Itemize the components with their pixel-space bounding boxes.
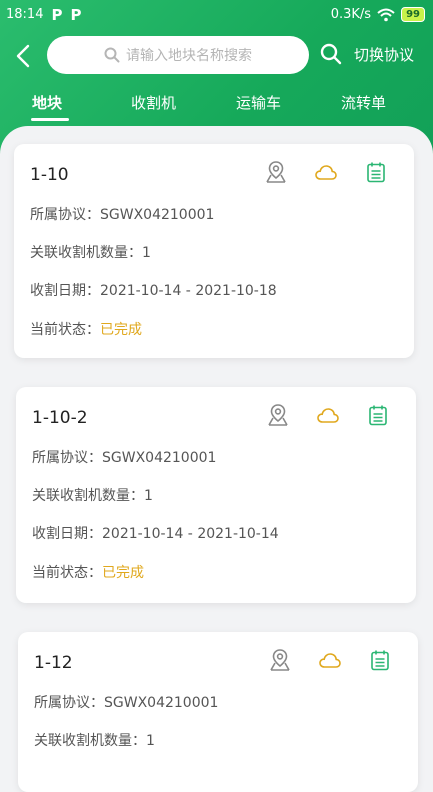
- parking-icon: P: [51, 5, 63, 24]
- plot-title: 1-10-2: [32, 408, 88, 428]
- tab-harvester[interactable]: 收割机: [131, 92, 176, 113]
- net-speed: 0.3K/s: [330, 7, 372, 22]
- harvesters-row: 关联收割机数量：1: [32, 485, 153, 505]
- harvesters-value: 1: [146, 733, 155, 749]
- agreement-row: 所属协议：SGWX04210001: [30, 204, 214, 224]
- harvesters-row: 关联收割机数量：1: [34, 730, 155, 750]
- harvest-date-label: 收割日期：: [30, 283, 100, 299]
- harvest-date-row: 收割日期：2021-10-14 - 2021-10-14: [32, 523, 279, 543]
- plot-title: 1-10: [30, 165, 69, 185]
- cloud-icon[interactable]: [316, 403, 340, 427]
- parking-icon-2: P: [70, 5, 82, 24]
- map-pin-icon[interactable]: [264, 160, 288, 184]
- plot-card[interactable]: 1-10-2 所属协议：SGWX04210001 关联收割机数量：1 收割日期：…: [16, 387, 416, 603]
- search-placeholder: 请输入地块名称搜索: [126, 48, 252, 64]
- status-bar: 18:14 P P 0.3K/s 99: [0, 0, 433, 30]
- harvesters-row: 关联收割机数量：1: [30, 242, 151, 262]
- search-input[interactable]: 请输入地块名称搜索: [47, 36, 309, 74]
- tab-plot[interactable]: 地块: [32, 92, 62, 113]
- agreement-label: 所属协议：: [30, 207, 100, 223]
- harvesters-label: 关联收割机数量：: [34, 733, 146, 749]
- harvest-date-value: 2021-10-14 - 2021-10-14: [102, 526, 279, 542]
- active-tab-indicator: [31, 118, 69, 121]
- map-pin-icon[interactable]: [268, 648, 292, 672]
- harvest-date-label: 收割日期：: [32, 526, 102, 542]
- status-label: 当前状态：: [30, 322, 100, 338]
- wifi-icon: [377, 8, 395, 21]
- harvest-date-row: 收割日期：2021-10-14 - 2021-10-18: [30, 280, 277, 300]
- status-badge: 已完成: [100, 322, 142, 338]
- calendar-icon[interactable]: [368, 648, 392, 672]
- calendar-icon[interactable]: [364, 160, 388, 184]
- calendar-icon[interactable]: [366, 403, 390, 427]
- harvesters-value: 1: [144, 488, 153, 504]
- agreement-row: 所属协议：SGWX04210001: [34, 692, 218, 712]
- agreement-label: 所属协议：: [34, 695, 104, 711]
- search-button-icon[interactable]: [320, 43, 342, 65]
- battery-icon: 99: [401, 7, 425, 22]
- agreement-value: SGWX04210001: [100, 207, 215, 223]
- harvesters-value: 1: [142, 245, 151, 261]
- agreement-value: SGWX04210001: [102, 450, 217, 466]
- plot-card[interactable]: 1-12 所属协议：SGWX04210001 关联收割机数量：1: [18, 632, 418, 792]
- search-icon: [104, 47, 120, 63]
- cloud-icon[interactable]: [314, 160, 338, 184]
- agreement-value: SGWX04210001: [104, 695, 219, 711]
- tab-transport[interactable]: 运输车: [236, 92, 281, 113]
- status-row: 当前状态：已完成: [32, 562, 144, 582]
- agreement-label: 所属协议：: [32, 450, 102, 466]
- map-pin-icon[interactable]: [266, 403, 290, 427]
- tab-transfer-order[interactable]: 流转单: [341, 92, 386, 113]
- switch-agreement-button[interactable]: 切换协议: [354, 44, 414, 65]
- status-row: 当前状态：已完成: [30, 319, 142, 339]
- harvesters-label: 关联收割机数量：: [30, 245, 142, 261]
- status-label: 当前状态：: [32, 565, 102, 581]
- agreement-row: 所属协议：SGWX04210001: [32, 447, 216, 467]
- harvesters-label: 关联收割机数量：: [32, 488, 144, 504]
- plot-card[interactable]: 1-10 所属协议：SGWX04210001 关联收割机数量：1 收割日期：20…: [14, 144, 414, 358]
- back-icon[interactable]: [12, 42, 36, 70]
- harvest-date-value: 2021-10-14 - 2021-10-18: [100, 283, 277, 299]
- status-time: 18:14: [6, 7, 44, 22]
- status-badge: 已完成: [102, 565, 144, 581]
- plot-title: 1-12: [34, 653, 73, 673]
- cloud-icon[interactable]: [318, 648, 342, 672]
